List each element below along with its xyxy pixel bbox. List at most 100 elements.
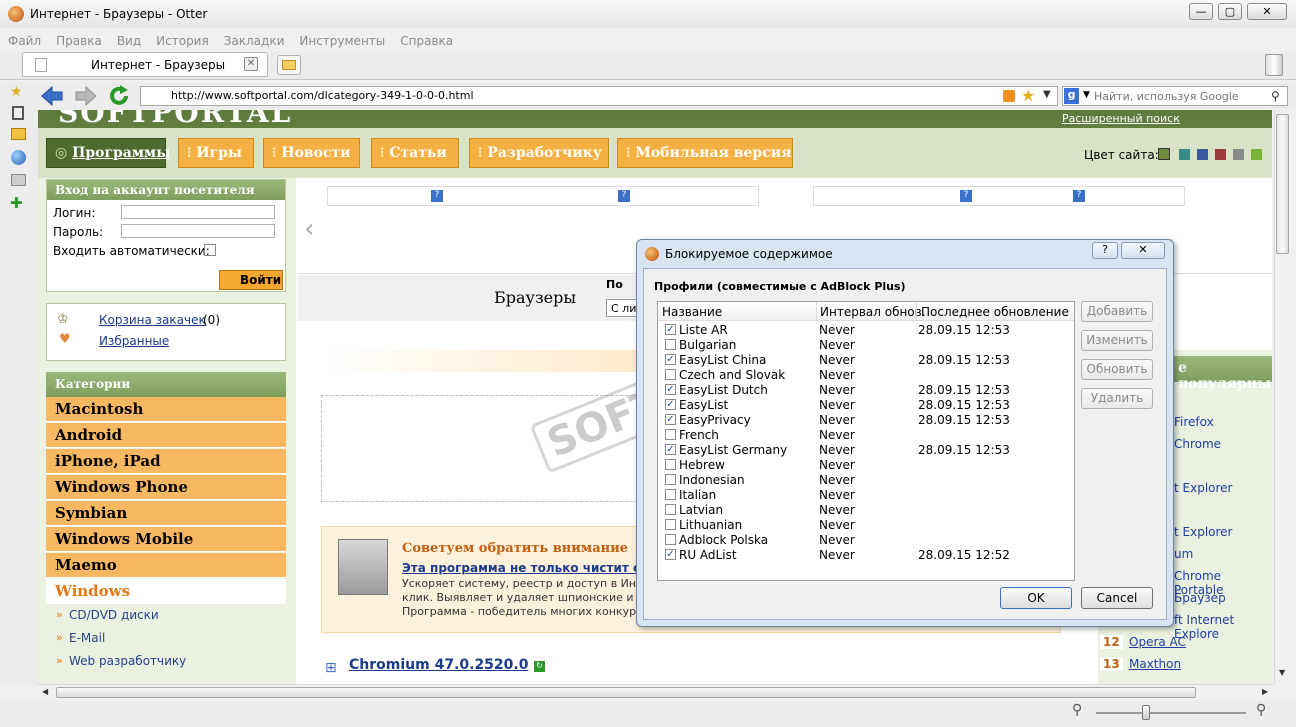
color-swatch-gray[interactable] xyxy=(1233,149,1244,160)
horizontal-scroll-thumb[interactable] xyxy=(56,687,1196,698)
profile-checkbox[interactable] xyxy=(665,459,676,470)
profile-row[interactable]: ✓ Liste AR Never 28.09.15 12:53 xyxy=(658,322,1074,337)
dialog-close-button[interactable]: ✕ xyxy=(1121,242,1165,259)
profile-row[interactable]: French Never xyxy=(658,427,1074,442)
update-button[interactable]: Обновить xyxy=(1081,359,1153,380)
add-panel-icon[interactable]: ✚ xyxy=(10,194,23,212)
profiles-list[interactable]: Название Интервал обнов. Последнее обнов… xyxy=(657,301,1075,581)
column-name[interactable]: Название xyxy=(662,305,722,319)
menu-file[interactable]: Файл xyxy=(0,30,48,48)
new-tab-button[interactable] xyxy=(277,55,301,75)
vertical-scrollbar[interactable]: ▼ xyxy=(1274,110,1290,684)
profile-checkbox[interactable]: ✓ xyxy=(665,399,676,410)
login-input[interactable] xyxy=(121,205,275,219)
menu-tools[interactable]: Инструменты xyxy=(291,30,392,48)
profile-row[interactable]: Adblock Polska Never xyxy=(658,532,1074,547)
profile-checkbox[interactable]: ✓ xyxy=(665,444,676,455)
popular-item[interactable]: Maxthon xyxy=(1129,657,1181,671)
color-swatch-teal[interactable] xyxy=(1179,149,1190,160)
bookmarks-star-icon[interactable]: ★ xyxy=(10,84,23,100)
menu-help[interactable]: Справка xyxy=(392,30,460,48)
address-bar[interactable]: http://www.softportal.com/dlcategory-349… xyxy=(140,86,1058,106)
ok-button[interactable]: OK xyxy=(1000,587,1072,609)
close-window-button[interactable]: ✕ xyxy=(1247,3,1287,20)
popular-item[interactable]: ft Internet Explore xyxy=(1174,613,1272,641)
category-iphone[interactable]: iPhone, iPad xyxy=(46,449,286,474)
color-swatch-blue[interactable] xyxy=(1197,149,1208,160)
popular-item[interactable]: Chrome xyxy=(1174,437,1221,451)
profile-checkbox[interactable] xyxy=(665,369,676,380)
scroll-left-icon[interactable]: ◀ xyxy=(42,687,48,696)
menu-history[interactable]: История xyxy=(148,30,216,48)
forward-icon[interactable] xyxy=(74,85,98,107)
profile-row[interactable]: ✓ EasyList Never 28.09.15 12:53 xyxy=(658,397,1074,412)
tab-browsers[interactable]: Интернет - Браузеры ✕ xyxy=(22,52,268,77)
profile-row[interactable]: Lithuanian Never xyxy=(658,517,1074,532)
zoom-in-icon[interactable]: ⚲ xyxy=(1256,702,1266,718)
profile-checkbox[interactable] xyxy=(665,474,676,485)
profile-row[interactable]: ✓ RU AdList Never 28.09.15 12:52 xyxy=(658,547,1074,562)
extended-search-link[interactable]: Расширенный поиск xyxy=(1062,112,1180,125)
profile-checkbox[interactable] xyxy=(665,504,676,515)
color-swatch-red[interactable] xyxy=(1215,149,1226,160)
password-input[interactable] xyxy=(121,224,275,238)
popular-item[interactable]: um xyxy=(1174,547,1193,561)
profile-checkbox[interactable] xyxy=(665,339,676,350)
column-updated[interactable]: Последнее обновление xyxy=(921,305,1069,319)
maximize-button[interactable]: ▢ xyxy=(1218,3,1242,20)
panel-icon[interactable] xyxy=(11,174,26,186)
profile-row[interactable]: ✓ EasyList China Never 28.09.15 12:53 xyxy=(658,352,1074,367)
category-windows-phone[interactable]: Windows Phone xyxy=(46,475,286,500)
color-swatch-lightgreen[interactable] xyxy=(1251,149,1262,160)
subcategory-web-dev[interactable]: Web разработчику xyxy=(69,654,186,668)
profile-checkbox[interactable]: ✓ xyxy=(665,354,676,365)
url-dropdown-icon[interactable]: ▼ xyxy=(1043,89,1051,100)
subcategory-email[interactable]: E-Mail xyxy=(69,631,105,645)
profile-checkbox[interactable]: ✓ xyxy=(665,414,676,425)
nav-mobile[interactable]: ⁝ Мобильная версия xyxy=(617,138,793,168)
popular-item[interactable]: Браузер xyxy=(1174,591,1226,605)
profile-checkbox[interactable] xyxy=(665,534,676,545)
profile-row[interactable]: ✓ EasyList Germany Never 28.09.15 12:53 xyxy=(658,442,1074,457)
vertical-scroll-thumb[interactable] xyxy=(1276,114,1289,254)
category-windows[interactable]: Windows xyxy=(46,579,286,604)
search-go-icon[interactable]: ⚲ xyxy=(1271,89,1280,103)
profile-checkbox[interactable] xyxy=(665,429,676,440)
zoom-slider-thumb[interactable] xyxy=(1142,705,1150,720)
popular-item[interactable]: t Explorer xyxy=(1174,481,1232,495)
scroll-right-icon[interactable]: ▶ xyxy=(1262,687,1268,696)
menu-view[interactable]: Вид xyxy=(109,30,148,48)
profile-row[interactable]: Bulgarian Never xyxy=(658,337,1074,352)
popular-item[interactable]: Firefox xyxy=(1174,415,1214,429)
profile-checkbox[interactable]: ✓ xyxy=(665,549,676,560)
close-tab-icon[interactable]: ✕ xyxy=(244,57,258,71)
login-submit-button[interactable]: Войти xyxy=(219,270,283,290)
bookmark-star-icon[interactable]: ★ xyxy=(1021,86,1035,105)
folder-icon[interactable] xyxy=(11,128,26,140)
dialog-help-button[interactable]: ? xyxy=(1092,242,1118,259)
profile-row[interactable]: Italian Never xyxy=(658,487,1074,502)
category-android[interactable]: Android xyxy=(46,423,286,448)
nav-games[interactable]: ⁝ Игры xyxy=(178,138,254,168)
menu-bookmarks[interactable]: Закладки xyxy=(216,30,292,48)
horizontal-scrollbar[interactable]: ◀ ▶ xyxy=(38,684,1274,700)
profile-checkbox[interactable] xyxy=(665,519,676,530)
zoom-out-icon[interactable]: ⚲ xyxy=(1072,702,1082,718)
profile-row[interactable]: Czech and Slovak Never xyxy=(658,367,1074,382)
color-swatch-green[interactable] xyxy=(1158,148,1170,160)
reload-icon[interactable] xyxy=(108,85,130,107)
profile-row[interactable]: Latvian Never xyxy=(658,502,1074,517)
scroll-down-icon[interactable]: ▼ xyxy=(1279,668,1285,677)
delete-button[interactable]: Удалить xyxy=(1081,388,1153,409)
minimize-button[interactable]: — xyxy=(1189,3,1213,20)
category-maemo[interactable]: Maemo xyxy=(46,553,286,578)
carousel-prev-icon[interactable]: ‹ xyxy=(304,214,314,244)
program-title-link[interactable]: Chromium 47.0.2520.0 xyxy=(349,657,528,673)
search-field[interactable]: g ▼ Найти, используя Google ⚲ xyxy=(1062,86,1288,106)
page-panel-icon[interactable] xyxy=(12,106,24,120)
nav-developers[interactable]: ⁝ Разработчику xyxy=(469,138,609,168)
search-engine-dropdown-icon[interactable]: ▼ xyxy=(1083,90,1090,100)
globe-icon[interactable] xyxy=(11,150,26,165)
profile-checkbox[interactable] xyxy=(665,489,676,500)
promo-link[interactable]: Эта программа не только чистит сис xyxy=(402,561,656,575)
